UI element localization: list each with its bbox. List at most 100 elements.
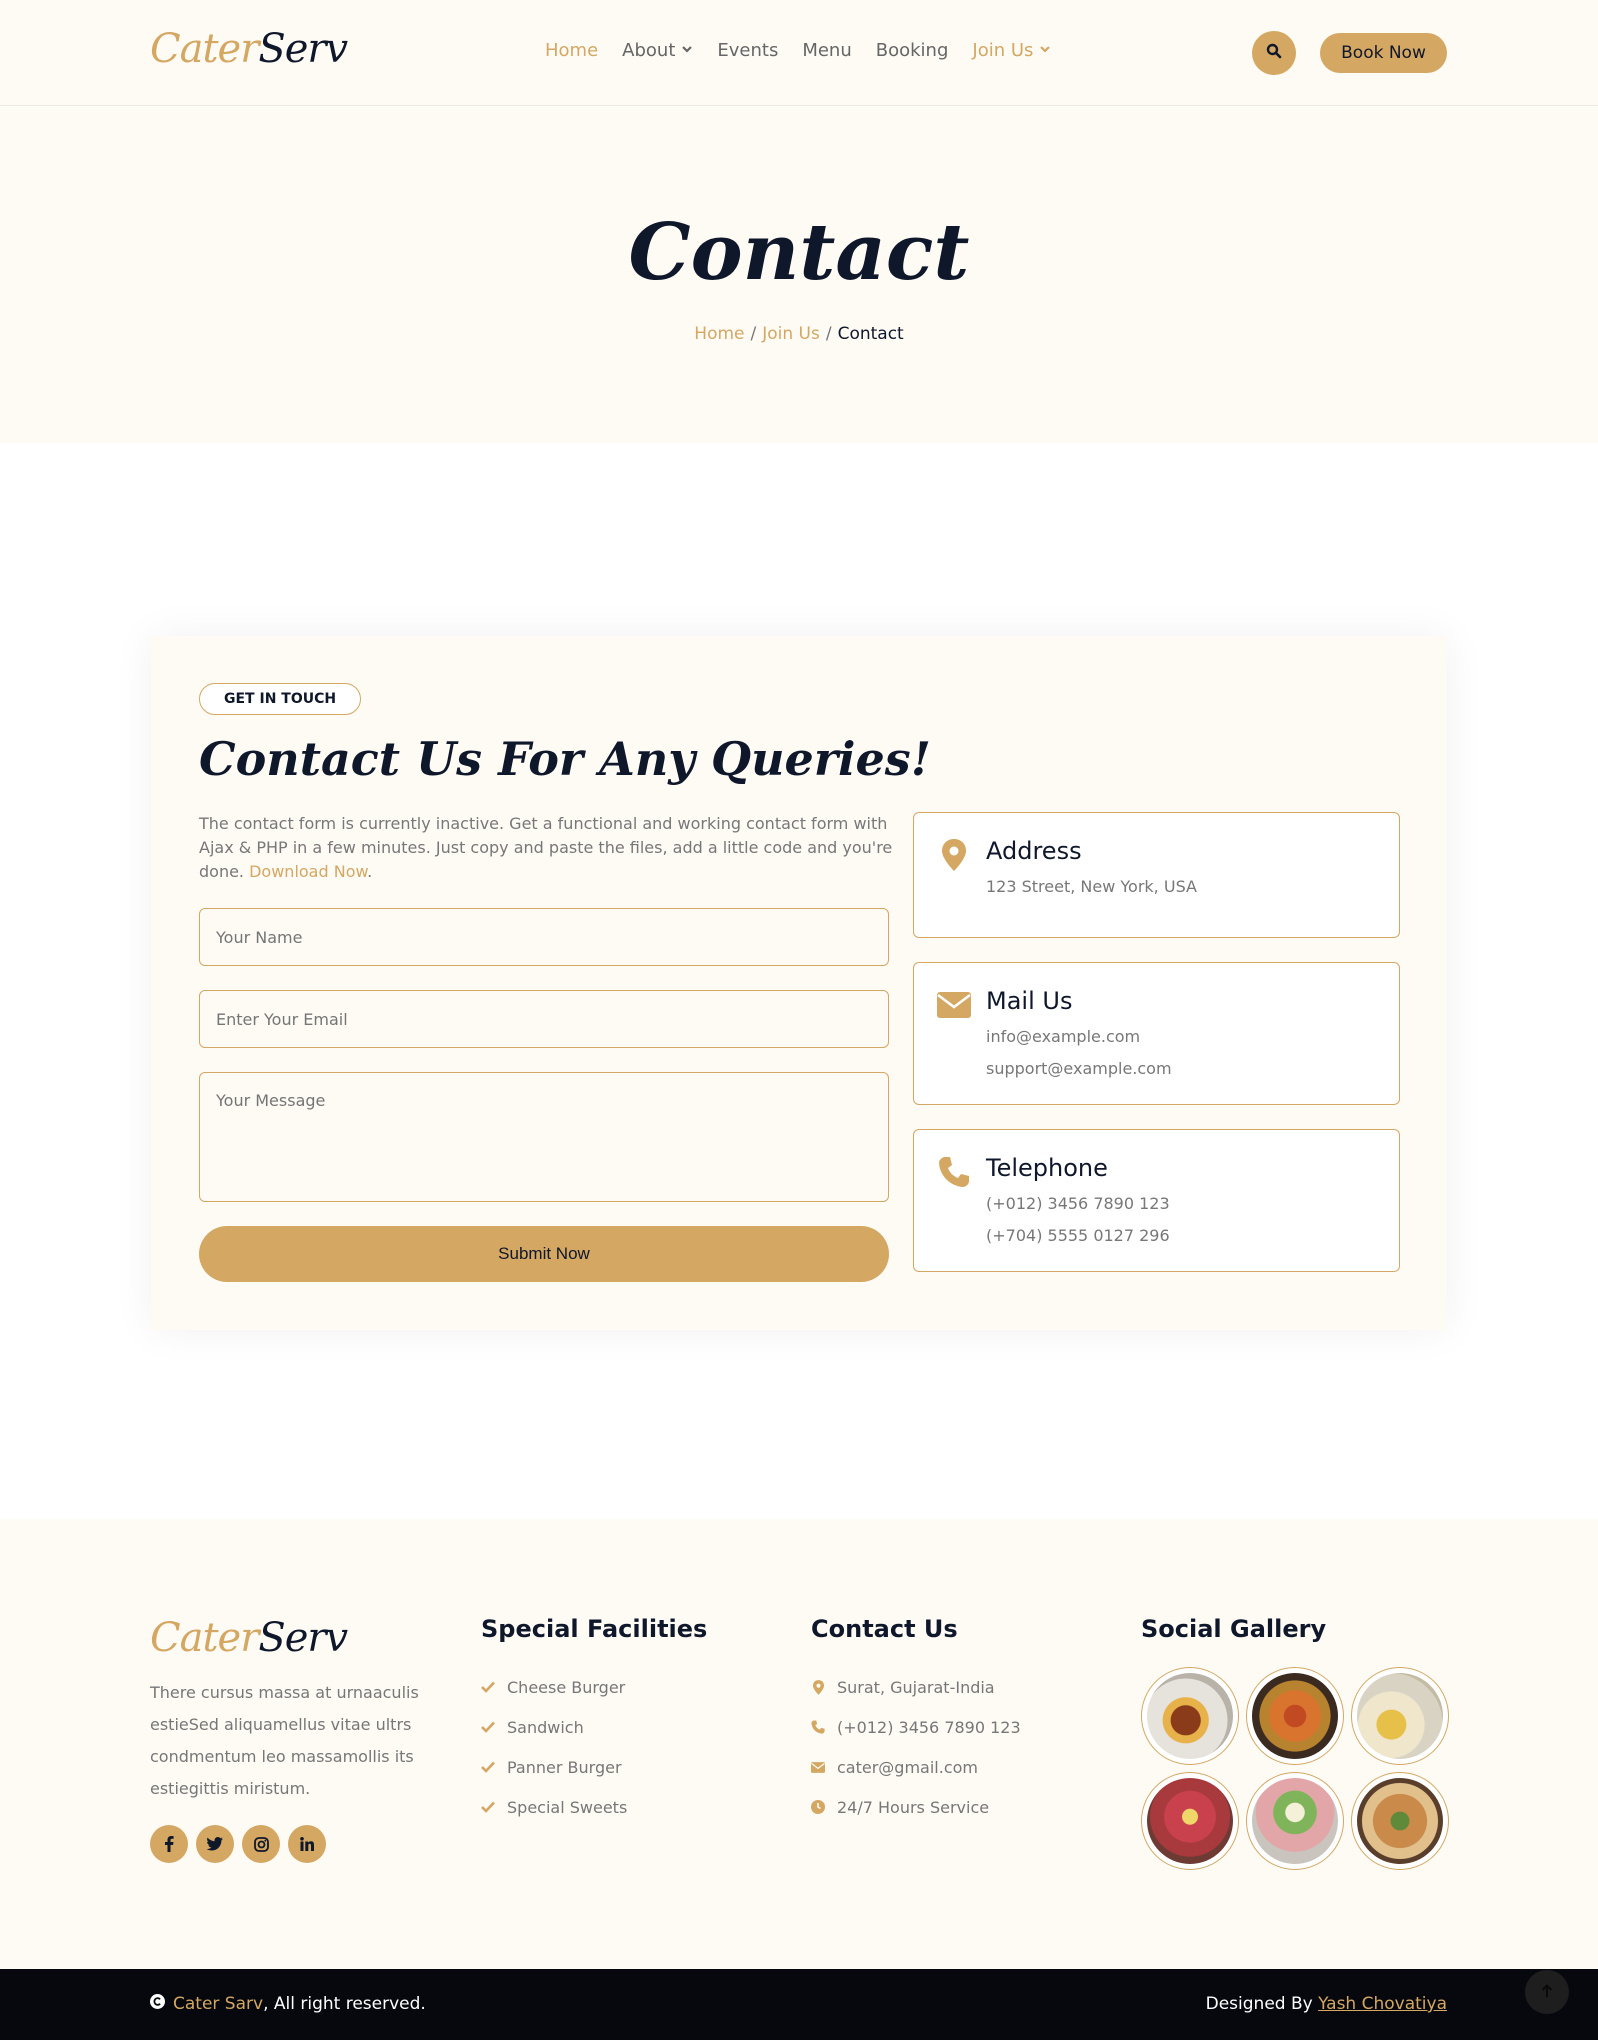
- breadcrumb-current: Contact: [837, 324, 904, 344]
- check-icon: [481, 1801, 495, 1813]
- check-icon: [481, 1681, 495, 1693]
- breadcrumb: Home / Join Us / Contact: [0, 324, 1598, 344]
- nav-home[interactable]: Home: [545, 40, 598, 61]
- facility-label: Special Sweets: [507, 1797, 628, 1817]
- linkedin-icon[interactable]: [288, 1825, 326, 1863]
- nav-about[interactable]: About: [622, 40, 693, 61]
- copyright-icon: [150, 1994, 165, 2014]
- facebook-icon[interactable]: [150, 1825, 188, 1863]
- facilities-title: Special Facilities: [481, 1615, 708, 1643]
- nav-events-label: Events: [717, 40, 779, 61]
- gallery-image[interactable]: [1141, 1667, 1239, 1765]
- envelope-icon: [936, 987, 972, 1023]
- facility-label: Cheese Burger: [507, 1677, 626, 1697]
- address-box: Address 123 Street, New York, USA: [913, 812, 1400, 938]
- download-link[interactable]: Download Now: [249, 862, 367, 881]
- designed-by: Designed By Yash Chovatiya: [1206, 1994, 1447, 2014]
- breadcrumb-separator: /: [825, 324, 832, 344]
- nav-menu-label: Menu: [802, 40, 852, 61]
- arrow-up-icon: [1541, 1983, 1553, 2002]
- footer-contact-item: 24/7 Hours Service: [811, 1787, 1021, 1827]
- page-header: Contact Home / Join Us / Contact: [0, 107, 1598, 443]
- nav-join-us-label: Join Us: [972, 40, 1034, 61]
- footer-logo[interactable]: CaterServ: [150, 1615, 348, 1661]
- address-line: 123 Street, New York, USA: [986, 877, 1197, 896]
- footer-contact-item: Surat, Gujarat-India: [811, 1667, 1021, 1707]
- designer-link[interactable]: Yash Chovatiya: [1318, 1994, 1447, 2014]
- search-button[interactable]: [1252, 31, 1296, 75]
- footer-contact-list: Surat, Gujarat-India (+012) 3456 7890 12…: [811, 1667, 1021, 1827]
- copyright-bar: Cater Sarv, All right reserved. Designed…: [0, 1969, 1598, 2040]
- footer-logo-part-2: Serv: [258, 1615, 348, 1661]
- gallery-image[interactable]: [1246, 1667, 1344, 1765]
- name-field[interactable]: [199, 908, 889, 966]
- mail-line-1[interactable]: info@example.com: [986, 1027, 1140, 1046]
- footer-about-text: There cursus massa at urnaaculis estieSe…: [150, 1683, 419, 1798]
- main-nav: Home About Events Menu Booking Join Us: [545, 40, 1075, 61]
- gallery-image[interactable]: [1351, 1667, 1449, 1765]
- page-title: Contact: [628, 207, 970, 298]
- chevron-down-icon: [681, 43, 693, 58]
- footer-contact-label: cater@gmail.com: [837, 1757, 978, 1777]
- phone-icon: [936, 1154, 972, 1190]
- telephone-box: Telephone (+012) 3456 7890 123 (+704) 55…: [913, 1129, 1400, 1272]
- nav-booking[interactable]: Booking: [876, 40, 949, 61]
- gallery-column: Social Gallery: [1141, 1615, 1449, 1870]
- telephone-title: Telephone: [986, 1154, 1108, 1182]
- facility-item[interactable]: Panner Burger: [481, 1747, 707, 1787]
- nav-about-label: About: [622, 40, 676, 61]
- footer-contact-label: Surat, Gujarat-India: [837, 1677, 995, 1697]
- phone-icon: [811, 1720, 825, 1734]
- copyright-brand[interactable]: Cater Sarv: [173, 1994, 263, 2014]
- footer-contact-label: 24/7 Hours Service: [837, 1797, 990, 1817]
- nav-booking-label: Booking: [875, 40, 949, 61]
- facility-item[interactable]: Cheese Burger: [481, 1667, 707, 1707]
- gallery-image[interactable]: [1246, 1772, 1344, 1870]
- navbar: CaterServ Home About Events Menu Booking…: [0, 0, 1598, 106]
- social-gallery: [1141, 1667, 1449, 1870]
- twitter-icon[interactable]: [196, 1825, 234, 1863]
- mail-line-2[interactable]: support@example.com: [986, 1059, 1172, 1078]
- breadcrumb-join-us[interactable]: Join Us: [762, 324, 820, 344]
- facility-item[interactable]: Sandwich: [481, 1707, 707, 1747]
- telephone-line-2[interactable]: (+704) 5555 0127 296: [986, 1226, 1170, 1245]
- gallery-title: Social Gallery: [1141, 1615, 1327, 1643]
- mail-box: Mail Us info@example.com support@example…: [913, 962, 1400, 1105]
- email-field[interactable]: [199, 990, 889, 1048]
- nav-events[interactable]: Events: [717, 40, 778, 61]
- instagram-icon[interactable]: [242, 1825, 280, 1863]
- facility-item[interactable]: Special Sweets: [481, 1787, 707, 1827]
- telephone-line-1[interactable]: (+012) 3456 7890 123: [986, 1194, 1170, 1213]
- footer: CaterServ There cursus massa at urnaacul…: [0, 1519, 1598, 1969]
- back-to-top-button[interactable]: [1525, 1970, 1569, 2014]
- clock-icon: [811, 1800, 825, 1814]
- nav-menu[interactable]: Menu: [802, 40, 851, 61]
- contact-card: GET IN TOUCH Contact Us For Any Queries!…: [151, 636, 1447, 1330]
- facilities-column: Special Facilities Cheese Burger Sandwic…: [481, 1615, 707, 1827]
- brand-logo[interactable]: CaterServ: [150, 26, 348, 72]
- copyright-text: Cater Sarv, All right reserved.: [150, 1994, 426, 2014]
- description-period: .: [367, 862, 373, 881]
- check-icon: [481, 1761, 495, 1773]
- nav-join-us[interactable]: Join Us: [972, 40, 1051, 61]
- footer-logo-part-1: Cater: [150, 1615, 259, 1661]
- map-marker-icon: [936, 837, 972, 873]
- book-now-button[interactable]: Book Now: [1320, 33, 1447, 73]
- breadcrumb-home[interactable]: Home: [694, 324, 744, 344]
- footer-contact-item[interactable]: (+012) 3456 7890 123: [811, 1707, 1021, 1747]
- designed-by-prefix: Designed By: [1205, 1994, 1319, 2014]
- contact-description: The contact form is currently inactive. …: [199, 812, 895, 884]
- copyright-rest: , All right reserved.: [263, 1994, 426, 2014]
- facility-label: Panner Burger: [507, 1757, 622, 1777]
- search-icon: [1266, 43, 1282, 63]
- gallery-image[interactable]: [1351, 1772, 1449, 1870]
- logo-part-1: Cater: [150, 26, 259, 72]
- envelope-icon: [811, 1761, 825, 1773]
- message-field[interactable]: [199, 1072, 889, 1202]
- gallery-image[interactable]: [1141, 1772, 1239, 1870]
- submit-button[interactable]: Submit Now: [199, 1226, 889, 1282]
- contact-heading: Contact Us For Any Queries!: [199, 732, 931, 786]
- footer-contact-item[interactable]: cater@gmail.com: [811, 1747, 1021, 1787]
- section-badge: GET IN TOUCH: [199, 683, 362, 715]
- chevron-down-icon: [1039, 43, 1051, 58]
